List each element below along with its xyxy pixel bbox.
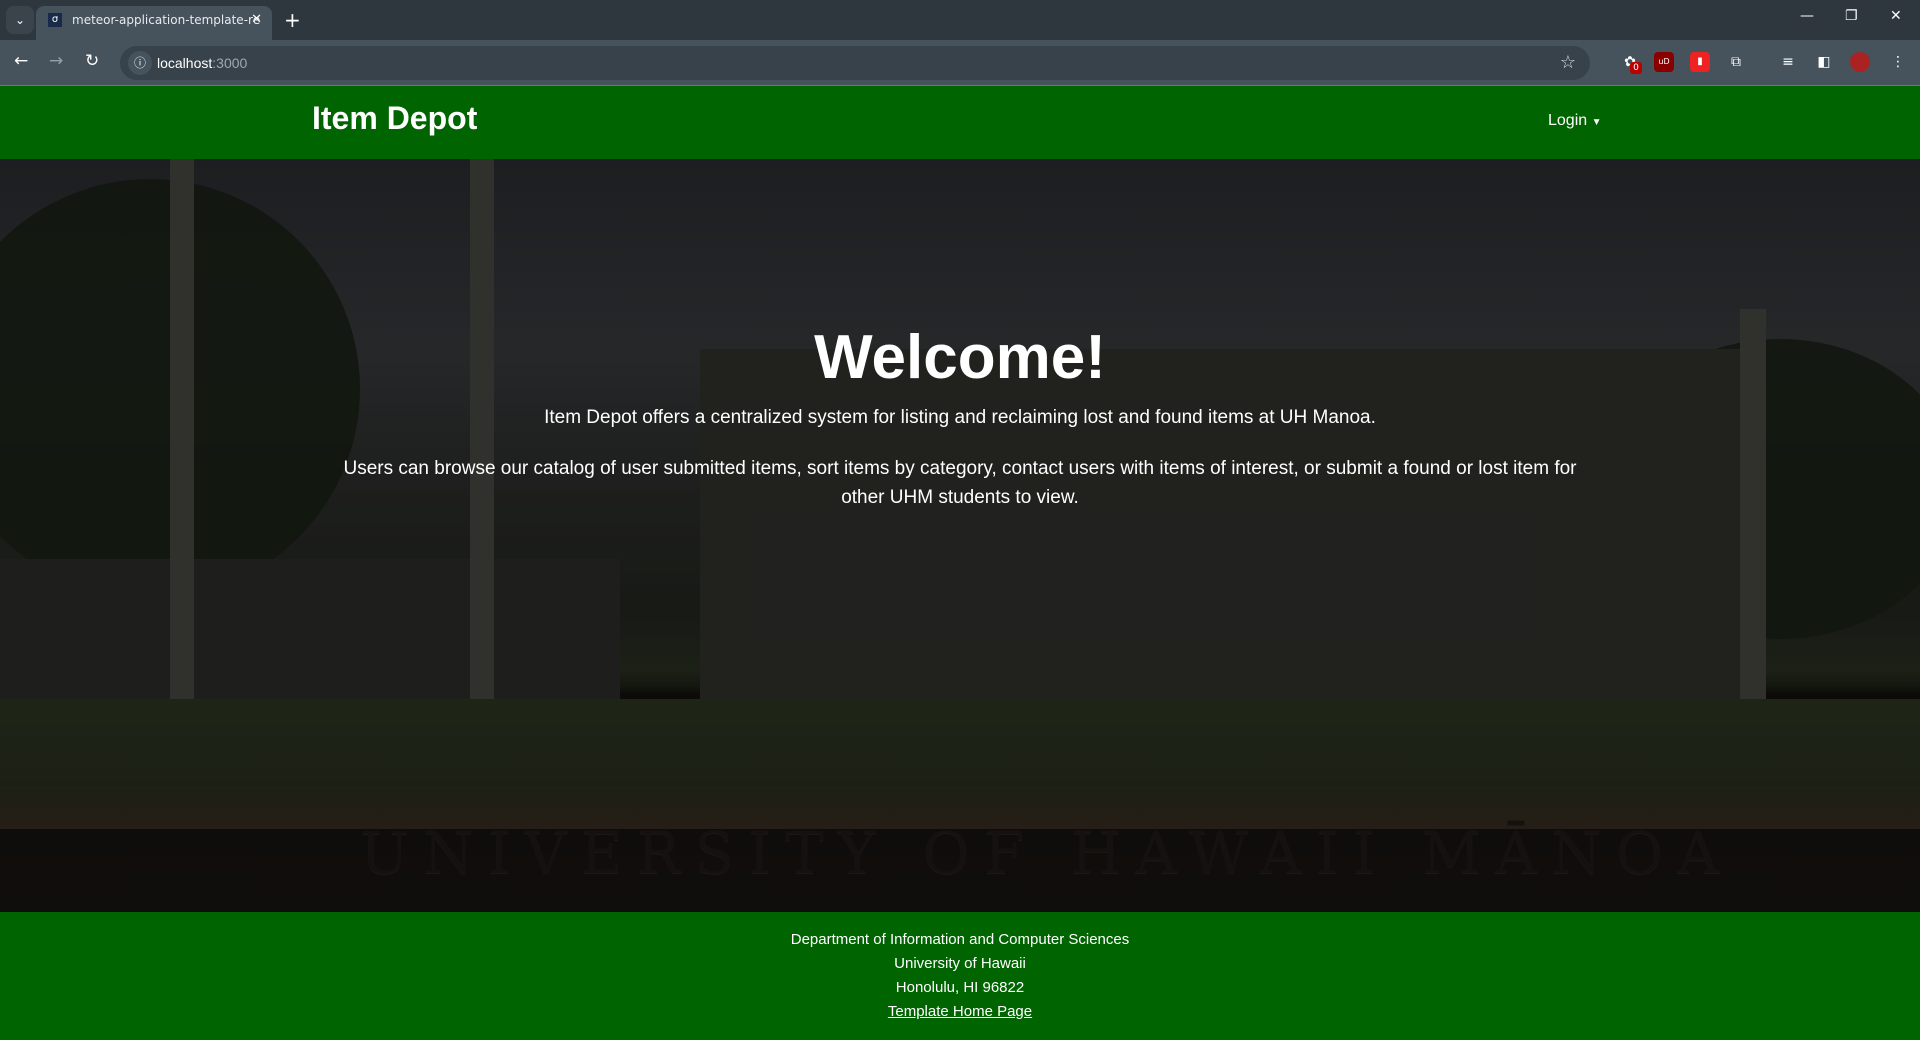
bookmark-star-icon[interactable]: ☆ — [1560, 46, 1576, 80]
footer-address: Honolulu, HI 96822 — [895, 979, 1025, 996]
description-paragraph: Users can browse our catalog of user sub… — [343, 458, 1577, 508]
browser-tab[interactable]: σ meteor-application-template-re ✕ — [36, 6, 272, 40]
restore-icon[interactable]: ❐ — [1845, 8, 1858, 24]
ublock-label: uD — [1658, 57, 1670, 66]
side-panel-icon[interactable]: ◧ — [1814, 52, 1834, 72]
footer-university: University of Hawaii — [894, 955, 1026, 972]
browser-menu-icon[interactable]: ⋮ — [1888, 52, 1908, 72]
ublock-icon[interactable]: uD — [1654, 52, 1674, 72]
login-dropdown[interactable]: Login ▼ — [1548, 112, 1602, 130]
extension-badge: 0 — [1630, 62, 1642, 74]
site-info-icon[interactable]: ⓘ — [128, 51, 152, 75]
browser-tab-bar: ⌄ σ meteor-application-template-re ✕ + —… — [0, 0, 1920, 40]
intro-paragraph: Item Depot offers a centralized system f… — [544, 407, 1376, 428]
media-control-icon[interactable]: ≡ — [1778, 52, 1798, 72]
welcome-heading: Welcome! — [814, 323, 1106, 392]
caret-down-icon: ▼ — [1591, 117, 1602, 128]
profile-avatar[interactable] — [1850, 52, 1870, 72]
meteor-favicon-icon: σ — [48, 13, 62, 27]
url-host: localhost — [157, 55, 213, 71]
tab-close-icon[interactable]: ✕ — [251, 6, 262, 34]
minimize-icon[interactable]: — — [1800, 8, 1814, 24]
tab-title: meteor-application-template-re — [72, 13, 261, 27]
footer: Department of Information and Computer S… — [0, 912, 1920, 1040]
brand-link[interactable]: Item Depot — [312, 100, 477, 137]
extension-icon[interactable]: ✿0 — [1620, 52, 1642, 74]
footer-department: Department of Information and Computer S… — [790, 931, 1130, 948]
login-label: Login — [1548, 112, 1588, 129]
top-navbar: Item Depot Login ▼ — [0, 86, 1920, 159]
back-icon[interactable]: ← — [14, 51, 28, 71]
url-port: :3000 — [212, 55, 248, 71]
hero-overlay — [0, 159, 1920, 912]
tab-search-button[interactable]: ⌄ — [6, 6, 34, 34]
close-window-icon[interactable]: ✕ — [1890, 8, 1902, 24]
twitch-extension-icon[interactable]: ▮ — [1690, 52, 1710, 72]
hero-section: UNIVERSITY OF HAWAII MĀNOA Welcome! Item… — [0, 159, 1920, 912]
template-home-link[interactable]: Template Home Page — [888, 1003, 1032, 1020]
extensions-puzzle-icon[interactable]: ⧉ — [1726, 52, 1746, 72]
new-tab-button[interactable]: + — [284, 6, 301, 34]
address-bar[interactable]: ⓘ localhost:3000 ☆ — [120, 46, 1590, 80]
reload-icon[interactable]: ↻ — [85, 51, 99, 71]
forward-icon[interactable]: → — [49, 51, 63, 71]
